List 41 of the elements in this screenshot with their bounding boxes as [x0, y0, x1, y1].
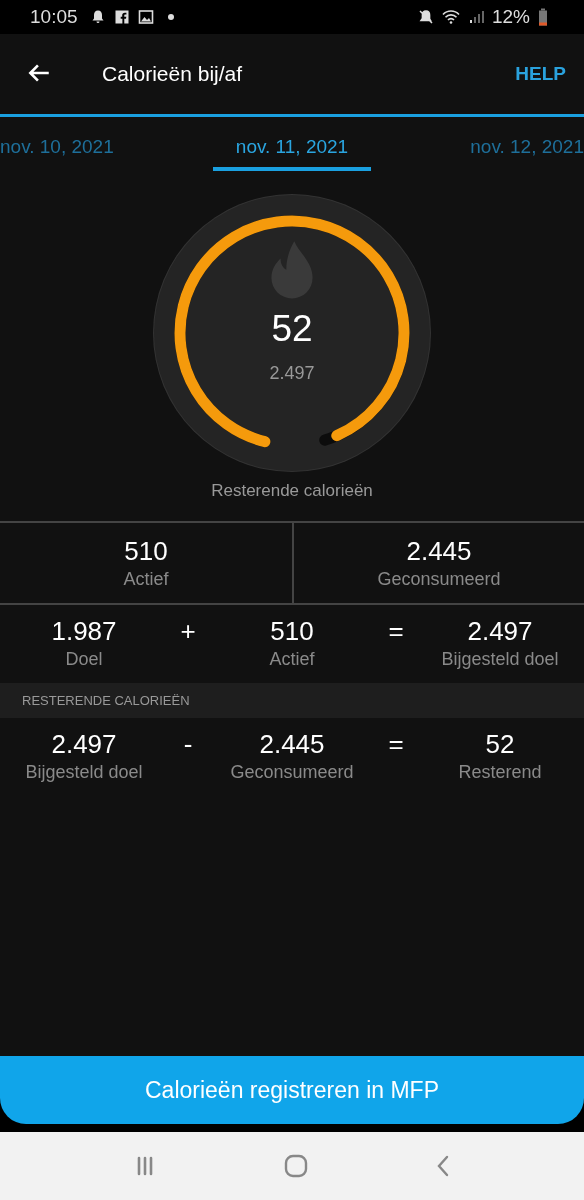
operator: = [388, 615, 404, 647]
operator: - [183, 728, 193, 760]
stat-label: Geconsumeerd [377, 568, 501, 591]
term-value: 52 [485, 728, 515, 760]
stat-label: Actief [123, 568, 169, 591]
term-label: Bijgesteld doel [441, 648, 559, 671]
term-label: Doel [65, 648, 103, 671]
remaining-value: 52 [271, 307, 313, 351]
term-label: Resterend [458, 761, 542, 784]
signal-icon [467, 9, 484, 25]
term-label: Actief [269, 648, 315, 671]
dot-icon [167, 14, 174, 20]
log-calories-button[interactable]: Calorieën registreren in MFP [0, 1056, 584, 1124]
date-tab[interactable]: nov. 10, 2021 [0, 136, 114, 171]
status-time: 10:05 [30, 6, 78, 28]
operator: = [388, 728, 404, 760]
term-label: Bijgesteld doel [25, 761, 143, 784]
date-tab[interactable]: nov. 12, 2021 [470, 136, 584, 171]
term-label: Geconsumeerd [230, 761, 354, 784]
help-button[interactable]: HELP [515, 63, 566, 85]
wifi-icon [441, 9, 460, 25]
battery-icon [538, 8, 548, 26]
gauge-caption: Resterende calorieën [211, 481, 373, 501]
term-value: 2.497 [51, 728, 117, 760]
term-value: 2.445 [259, 728, 325, 760]
home-icon[interactable] [284, 1154, 308, 1178]
stat-value: 510 [124, 535, 168, 567]
screen-title: Calorieën bij/af [102, 62, 243, 86]
term-value: 510 [270, 615, 314, 647]
image-icon [137, 9, 154, 25]
operator: + [180, 615, 196, 647]
battery-percent: 12% [491, 6, 530, 28]
date-tab[interactable]: nov. 11, 2021 [212, 136, 372, 171]
goal-total: 2.497 [269, 363, 315, 384]
mute-icon [417, 9, 434, 25]
section-header: RESTERENDE CALORIEËN [0, 683, 584, 718]
term-value: 1.987 [51, 615, 117, 647]
term-value: 2.497 [467, 615, 533, 647]
back-nav-icon[interactable] [436, 1155, 450, 1177]
stat-value: 2.445 [406, 535, 472, 567]
facebook-icon [113, 9, 130, 25]
